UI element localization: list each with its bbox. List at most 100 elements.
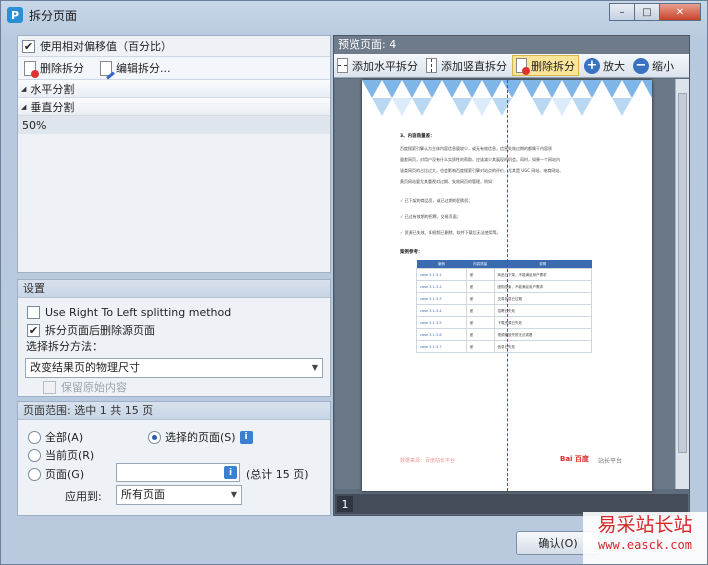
horizontal-split-group[interactable]: ◢ 水平分割 [18, 80, 330, 98]
info-icon[interactable]: i [224, 466, 237, 479]
watermark-url: www.easck.com [598, 538, 692, 552]
delete-preview-label: 删除拆分 [531, 59, 575, 73]
radio-selected-pages[interactable]: 选择的页面(S) i [148, 429, 253, 445]
minimize-icon: – [619, 6, 625, 18]
close-icon: ✕ [675, 6, 685, 18]
footer-brand: 站长平台 [598, 458, 623, 465]
vertical-scrollbar[interactable] [675, 79, 689, 489]
watermark: 易采站长站 www.easck.com [583, 512, 707, 564]
delete-source-label: 拆分页面后删除源页面 [45, 324, 155, 337]
page-range-panel: 页面范围: 选中 1 共 15 页 全部(A) 选择的页面(S) i 当前页(R… [17, 401, 331, 516]
add-horizontal-label: 添加水平拆分 [352, 59, 418, 73]
table-header: 内容质量 [466, 260, 495, 269]
checkbox-checked-icon: ✔ [27, 323, 40, 337]
radio-off-icon [28, 467, 41, 481]
page-tabs-bar: 1 [335, 494, 688, 514]
chevron-down-icon: ▼ [230, 490, 237, 499]
zoom-out-icon: − [633, 57, 649, 74]
edit-split-button[interactable]: 编辑拆分... [98, 58, 173, 80]
delete-split-icon [516, 58, 530, 75]
collapse-triangle-icon: ◢ [21, 102, 27, 111]
table-row: case 3.1.3-1 差商品已下架，不能满足用户需求 [416, 268, 593, 281]
add-horizontal-split-button[interactable]: 添加水平拆分 [334, 55, 421, 76]
maximize-button[interactable]: □ [634, 3, 660, 21]
horizontal-split-icon [337, 58, 348, 73]
edit-split-icon [100, 60, 115, 80]
split-list-panel: ✔ 使用相对偏移值（百分比） 删除拆分 编辑拆分... ◢ 水平分割 ◢ 垂直分… [17, 35, 331, 273]
horizontal-split-label: 水平分割 [30, 82, 75, 96]
table-header: 案例 [416, 260, 467, 269]
apply-to-select[interactable]: 所有页面 ▼ [116, 485, 242, 505]
keep-content-label: 保留原始内容 [61, 381, 127, 394]
split-method-value: 改变结果页的物理尺寸 [30, 361, 140, 374]
radio-pages[interactable]: 页面(G) [28, 466, 84, 482]
minimize-button[interactable]: – [609, 3, 635, 21]
rtl-checkbox[interactable]: Use Right To Left splitting method [18, 302, 330, 322]
list-item[interactable]: 50% [18, 116, 330, 134]
preview-panel: 预览页面: 4 添加水平拆分 添加竖直拆分 删除拆分 + 放大 − 缩小 3、内… [333, 35, 690, 516]
vertical-split-icon [426, 58, 437, 73]
collapse-triangle-icon: ◢ [21, 84, 27, 93]
settings-panel: 设置 Use Right To Left splitting method ✔ … [17, 279, 331, 397]
baidu-logo: Bai 百度 [560, 455, 589, 463]
scrollbar-thumb[interactable] [678, 93, 687, 453]
radio-on-icon [148, 430, 161, 444]
footer-source: 数据来源：百度站长平台 [400, 458, 456, 464]
zoom-out-label: 缩小 [652, 59, 674, 73]
split-value: 50% [22, 118, 47, 132]
window-controls: – □ ✕ [609, 3, 701, 21]
info-icon[interactable]: i [239, 430, 253, 444]
edit-split-label: 编辑拆分... [116, 62, 171, 75]
page-preview-area[interactable]: 3、内容质量差： 百度搜索引擎认为主体内容信息量较少，或无有效信息，信息失效过期… [335, 79, 675, 491]
radio-current-page[interactable]: 当前页(R) [28, 447, 94, 463]
preview-toolbar: 添加水平拆分 添加竖直拆分 删除拆分 + 放大 − 缩小 [334, 54, 689, 78]
zoom-out-button[interactable]: − 缩小 [630, 55, 677, 76]
chevron-down-icon: ▼ [311, 363, 318, 372]
method-label: 选择拆分方法： [26, 340, 103, 353]
vertical-split-label: 垂直分割 [30, 100, 75, 114]
add-vertical-label: 添加竖直拆分 [441, 59, 507, 73]
radio-pages-label: 页面(G) [45, 468, 85, 481]
radio-all[interactable]: 全部(A) [28, 429, 83, 445]
apply-to-label: 应用到: [65, 490, 102, 503]
delete-split-icon [24, 60, 39, 78]
pages-input[interactable]: i [116, 463, 240, 482]
radio-selected-label: 选择的页面(S) [165, 431, 236, 444]
close-button[interactable]: ✕ [659, 3, 701, 21]
table-header: 说明 [494, 260, 592, 269]
radio-all-label: 全部(A) [45, 431, 84, 444]
radio-off-icon [28, 430, 41, 444]
rtl-label: Use Right To Left splitting method [45, 305, 232, 319]
page-range-title: 页面范围: 选中 1 共 15 页 [18, 402, 330, 420]
watermark-name: 易采站长站 [597, 514, 693, 536]
vertical-split-group[interactable]: ◢ 垂直分割 [18, 98, 330, 116]
checkbox-unchecked-icon [27, 305, 40, 319]
app-icon: P [7, 7, 23, 23]
window-title: 拆分页面 [29, 8, 78, 23]
add-vertical-split-button[interactable]: 添加竖直拆分 [423, 55, 510, 76]
vertical-split-line[interactable] [507, 80, 508, 491]
settings-title: 设置 [18, 280, 330, 298]
zoom-in-label: 放大 [603, 59, 625, 73]
page-tab[interactable]: 1 [337, 496, 353, 512]
radio-current-label: 当前页(R) [45, 449, 95, 462]
delete-split-label: 删除拆分 [40, 62, 84, 75]
table-row: case 3.1.3-7 差信息已失效 [416, 340, 593, 353]
keep-content-checkbox[interactable]: 保留原始内容 [18, 378, 330, 396]
delete-split-button[interactable]: 删除拆分 [22, 58, 86, 78]
zoom-in-button[interactable]: + 放大 [581, 55, 628, 76]
preview-page-label: 预览页面: 4 [334, 36, 689, 54]
zoom-in-icon: + [584, 57, 600, 74]
use-relative-offset-checkbox[interactable]: ✔ 使用相对偏移值（百分比） [18, 36, 330, 56]
delete-split-preview-button[interactable]: 删除拆分 [512, 55, 579, 76]
maximize-icon: □ [642, 6, 652, 18]
table-row: case 3.1.3-2 差团购结束，不能满足用户需求 [416, 280, 593, 293]
split-pages-dialog: P 拆分页面 – □ ✕ ✔ 使用相对偏移值（百分比） 删除拆分 编辑拆分...… [0, 0, 708, 565]
case-table: 案例 内容质量 说明 case 3.1.3-1 差商品已下架，不能满足用户需求 c… [416, 260, 593, 353]
confirm-label: 确认(O) [538, 537, 578, 550]
split-method-select[interactable]: 改变结果页的物理尺寸 ▼ [25, 358, 323, 378]
table-row: case 3.1.3-5 差下载资源已失效 [416, 316, 593, 329]
use-relative-offset-label: 使用相对偏移值（百分比） [40, 40, 172, 53]
delete-source-checkbox[interactable]: ✔ 拆分页面后删除源页面 [18, 322, 330, 338]
title-bar: P 拆分页面 – □ ✕ [1, 1, 707, 29]
